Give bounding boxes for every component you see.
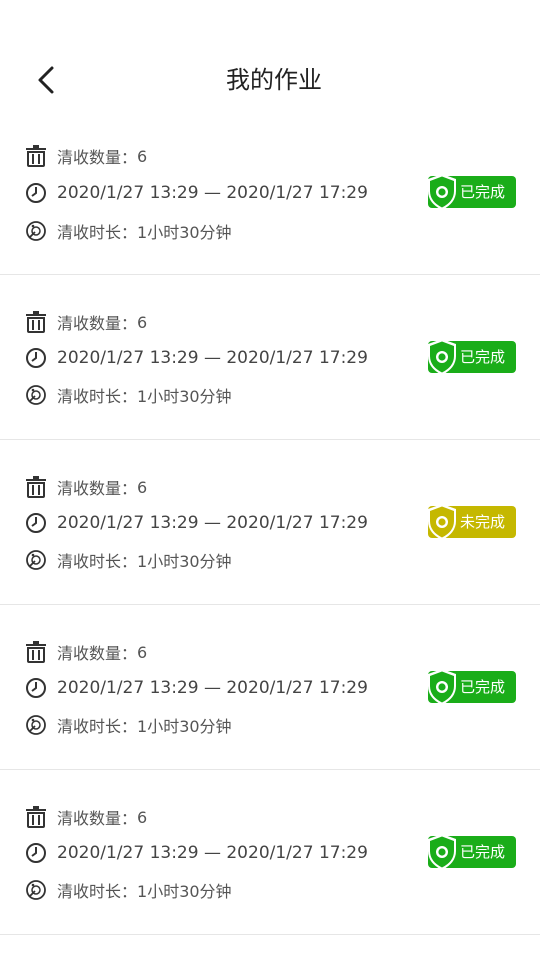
time-range: 2020/1/27 13:29 — 2020/1/27 17:29 xyxy=(57,183,368,203)
duration-label: 清收时长： xyxy=(57,552,138,571)
time-row: 2020/1/27 13:29 — 2020/1/27 17:29 xyxy=(25,840,368,866)
duration-row: 清收时长： 1小时30分钟 xyxy=(25,877,232,903)
duration-value: 1小时30分钟 xyxy=(137,717,232,736)
time-range: 2020/1/27 13:29 — 2020/1/27 17:29 xyxy=(57,513,368,533)
clock-icon xyxy=(25,182,47,204)
status-badge: 已完成 xyxy=(428,834,516,870)
duration-value: 1小时30分钟 xyxy=(137,552,232,571)
status-text: 已完成 xyxy=(460,843,506,861)
clock-icon xyxy=(25,347,47,369)
duration-value: 1小时30分钟 xyxy=(137,387,232,406)
timer-icon xyxy=(25,714,47,736)
quantity-label: 清收数量： xyxy=(57,314,138,333)
shield-icon xyxy=(428,174,456,210)
quantity-row: 清收数量： 6 xyxy=(25,143,147,169)
page-title: 我的作业 xyxy=(226,66,322,94)
time-range: 2020/1/27 13:29 — 2020/1/27 17:29 xyxy=(57,843,368,863)
shield-icon xyxy=(428,669,456,705)
duration-row: 清收时长： 1小时30分钟 xyxy=(25,382,232,408)
duration-label: 清收时长： xyxy=(57,223,138,242)
clock-icon xyxy=(25,842,47,864)
shield-icon xyxy=(428,504,456,540)
duration-value: 1小时30分钟 xyxy=(137,882,232,901)
status-text: 已完成 xyxy=(460,348,506,366)
status-text: 已完成 xyxy=(460,678,506,696)
time-range: 2020/1/27 13:29 — 2020/1/27 17:29 xyxy=(57,348,368,368)
quantity-label: 清收数量： xyxy=(57,479,138,498)
quantity-value: 6 xyxy=(137,477,148,497)
duration-row: 清收时长： 1小时30分钟 xyxy=(25,547,232,573)
quantity-label: 清收数量： xyxy=(57,644,138,663)
shield-icon xyxy=(428,834,456,870)
record-card[interactable]: 清收数量： 6 2020/1/27 13:29 — 2020/1/27 17:2… xyxy=(0,275,540,440)
clock-icon xyxy=(25,512,47,534)
timer-icon xyxy=(25,879,47,901)
status-badge: 已完成 xyxy=(428,669,516,705)
time-row: 2020/1/27 13:29 — 2020/1/27 17:29 xyxy=(25,180,368,206)
shield-icon xyxy=(428,339,456,375)
quantity-value: 6 xyxy=(137,642,148,662)
duration-label: 清收时长： xyxy=(57,717,138,736)
record-card[interactable]: 清收数量： 6 2020/1/27 13:29 — 2020/1/27 17:2… xyxy=(0,440,540,605)
time-row: 2020/1/27 13:29 — 2020/1/27 17:29 xyxy=(25,345,368,371)
quantity-row: 清收数量： 6 xyxy=(25,639,147,665)
trash-icon xyxy=(25,806,47,828)
time-row: 2020/1/27 13:29 — 2020/1/27 17:29 xyxy=(25,675,368,701)
app-header: 我的作业 xyxy=(0,0,540,125)
duration-label: 清收时长： xyxy=(57,387,138,406)
time-row: 2020/1/27 13:29 — 2020/1/27 17:29 xyxy=(25,510,368,536)
duration-row: 清收时长： 1小时30分钟 xyxy=(25,218,232,244)
time-range: 2020/1/27 13:29 — 2020/1/27 17:29 xyxy=(57,678,368,698)
trash-icon xyxy=(25,145,47,167)
duration-row: 清收时长： 1小时30分钟 xyxy=(25,712,232,738)
duration-value: 1小时30分钟 xyxy=(137,223,232,242)
status-badge: 已完成 xyxy=(428,339,516,375)
timer-icon xyxy=(25,220,47,242)
quantity-value: 6 xyxy=(137,146,148,166)
status-text: 已完成 xyxy=(460,183,506,201)
status-badge: 未完成 xyxy=(428,504,516,540)
record-card[interactable]: 清收数量： 6 2020/1/27 13:29 — 2020/1/27 17:2… xyxy=(0,770,540,935)
trash-icon xyxy=(25,641,47,663)
status-badge: 已完成 xyxy=(428,174,516,210)
record-list: 清收数量： 6 2020/1/27 13:29 — 2020/1/27 17:2… xyxy=(0,125,540,935)
quantity-label: 清收数量： xyxy=(57,148,138,167)
status-text: 未完成 xyxy=(460,513,506,531)
quantity-value: 6 xyxy=(137,807,148,827)
quantity-row: 清收数量： 6 xyxy=(25,474,147,500)
trash-icon xyxy=(25,476,47,498)
record-card[interactable]: 清收数量： 6 2020/1/27 13:29 — 2020/1/27 17:2… xyxy=(0,125,540,275)
quantity-value: 6 xyxy=(137,312,148,332)
timer-icon xyxy=(25,549,47,571)
duration-label: 清收时长： xyxy=(57,882,138,901)
quantity-row: 清收数量： 6 xyxy=(25,804,147,830)
record-card[interactable]: 清收数量： 6 2020/1/27 13:29 — 2020/1/27 17:2… xyxy=(0,605,540,770)
trash-icon xyxy=(25,311,47,333)
timer-icon xyxy=(25,384,47,406)
quantity-label: 清收数量： xyxy=(57,809,138,828)
quantity-row: 清收数量： 6 xyxy=(25,309,147,335)
clock-icon xyxy=(25,677,47,699)
